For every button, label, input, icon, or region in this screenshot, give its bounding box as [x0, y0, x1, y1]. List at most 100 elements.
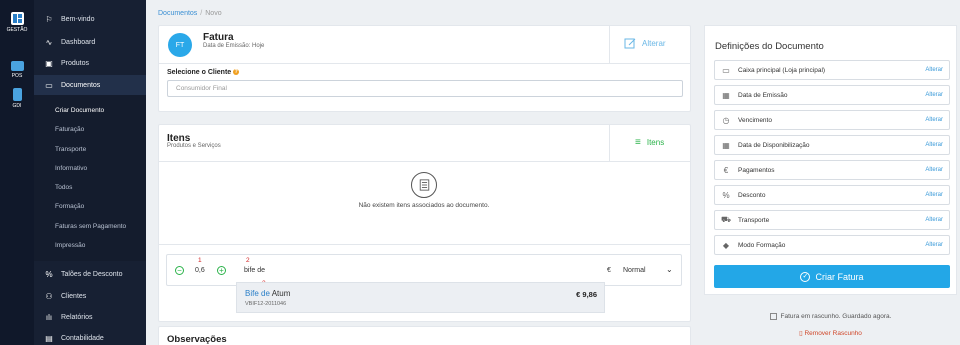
alter-link[interactable]: Alterar: [925, 167, 943, 173]
submenu-item-todos[interactable]: Todos: [34, 178, 146, 196]
autocomplete-suggestion[interactable]: Bife de Atum VBIF12-2011046 € 9,86: [236, 282, 605, 313]
items-button-label: Itens: [646, 138, 665, 147]
sidebar-item-documentos[interactable]: ▭ Documentos: [34, 75, 146, 95]
submenu-item-faturacao[interactable]: Faturação: [34, 120, 146, 138]
client-label-text: Selecione o Cliente: [167, 69, 232, 76]
sidebar-item-clientes[interactable]: ⚇ Clientes: [34, 286, 146, 306]
submenu-item-informativo[interactable]: Informativo: [34, 159, 146, 177]
items-subtitle: Produtos e Serviços: [167, 143, 221, 149]
submenu-item-formacao[interactable]: Formação: [34, 197, 146, 215]
draft-status: Fatura em rascunho. Guardado agora.: [704, 313, 957, 320]
price-type-select[interactable]: Normal: [623, 267, 646, 274]
setting-label: Data de Emissão: [738, 91, 788, 99]
sidebar-item-produtos[interactable]: ▣ Produtos: [34, 53, 146, 73]
submenu-item-transporte[interactable]: Transporte: [34, 140, 146, 158]
setting-label: Vencimento: [738, 116, 772, 124]
alter-link[interactable]: Alterar: [925, 67, 943, 73]
settings-title: Definições do Documento: [715, 41, 824, 52]
divider: [609, 125, 610, 161]
alter-link[interactable]: Alterar: [925, 117, 943, 123]
alter-link[interactable]: Alterar: [925, 92, 943, 98]
sidebar-item-label: Talões de Desconto: [61, 270, 123, 278]
setting-desconto[interactable]: % Desconto Alterar: [714, 185, 950, 205]
alter-document-button[interactable]: Alterar: [624, 37, 666, 49]
alter-link[interactable]: Alterar: [925, 142, 943, 148]
calendar-icon: ▦: [722, 90, 730, 100]
setting-vencimento[interactable]: ◷ Vencimento Alterar: [714, 110, 950, 130]
grid-icon: [10, 12, 24, 25]
sidebar-item-label: Bem-vindo: [61, 15, 95, 23]
alter-link[interactable]: Alterar: [925, 242, 943, 248]
list-icon: ≡: [635, 137, 641, 148]
remove-draft-button[interactable]: ▯ Remover Rascunho: [704, 329, 957, 337]
sidebar-item-label: Clientes: [61, 292, 87, 300]
draft-status-text: Fatura em rascunho. Guardado agora.: [780, 313, 892, 321]
discount-icon: %: [722, 190, 730, 200]
sidebar-item-contabilidade[interactable]: ▤ Contabilidade: [34, 328, 146, 345]
suggestion-price: € 9,86: [576, 290, 597, 299]
alter-link[interactable]: Alterar: [925, 192, 943, 198]
avatar: FT: [168, 33, 192, 57]
items-button[interactable]: ≡ Itens: [635, 137, 664, 148]
chevron-down-icon[interactable]: ⌄: [666, 265, 673, 274]
rail-item-gestao[interactable]: GESTÃO: [0, 12, 34, 33]
suggestion-name: Bife de Atum: [245, 289, 290, 298]
breadcrumb: Documentos / Novo: [158, 10, 222, 17]
setting-label: Modo Formação: [738, 241, 786, 249]
minus-icon: −: [177, 266, 182, 275]
setting-modo-formacao[interactable]: ◆ Modo Formação Alterar: [714, 235, 950, 255]
setting-data-emissao[interactable]: ▦ Data de Emissão Alterar: [714, 85, 950, 105]
box-icon: ▣: [45, 58, 53, 68]
percent-icon: %: [45, 269, 53, 279]
quantity-field[interactable]: 0,6: [195, 267, 205, 274]
divider: [159, 63, 690, 64]
suggestion-ref: VBIF12-2011046: [245, 301, 287, 307]
bar-chart-icon: ılı: [45, 312, 53, 322]
sidebar: ⚐ Bem-vindo ∿ Dashboard ▣ Produtos ▭ Doc…: [34, 0, 146, 345]
setting-label: Desconto: [738, 191, 766, 199]
flag-icon: ⚐: [45, 14, 53, 24]
create-invoice-button[interactable]: ✓ Criar Fatura: [714, 265, 950, 288]
check-circle-icon: ✓: [800, 271, 811, 282]
rail-item-gdi[interactable]: GDI: [0, 88, 34, 109]
description-input[interactable]: bife de: [244, 267, 265, 274]
rail-label: GESTÃO: [6, 27, 28, 33]
sidebar-item-label: Documentos: [61, 81, 101, 89]
empty-list-icon: [411, 172, 437, 198]
truck-icon: ⛟: [720, 215, 732, 224]
increase-quantity-button[interactable]: +: [217, 266, 226, 275]
divider: [159, 244, 690, 245]
sidebar-item-dashboard[interactable]: ∿ Dashboard: [34, 32, 146, 52]
submenu-item-criar-documento[interactable]: Criar Documento: [34, 101, 146, 119]
activity-icon: ∿: [45, 37, 53, 47]
setting-transporte[interactable]: ⛟ Transporte Alterar: [714, 210, 950, 230]
setting-label: Pagamentos: [738, 166, 775, 174]
setting-caixa[interactable]: ▭ Caixa principal (Loja principal) Alter…: [714, 60, 950, 80]
folder-icon: ▭: [45, 80, 53, 90]
decrease-quantity-button[interactable]: −: [175, 266, 184, 275]
suggestion-name-rest: Atum: [269, 289, 291, 298]
euro-icon: €: [723, 165, 729, 175]
sidebar-item-taloes-de-desconto[interactable]: % Talões de Desconto: [34, 264, 146, 284]
sidebar-item-relatorios[interactable]: ılı Relatórios: [34, 307, 146, 327]
draft-icon: [769, 313, 777, 320]
help-icon[interactable]: ?: [233, 69, 240, 76]
sidebar-item-bem-vindo[interactable]: ⚐ Bem-vindo: [34, 9, 146, 29]
alter-link[interactable]: Alterar: [925, 217, 943, 223]
submenu-item-impressao[interactable]: Impressão: [34, 236, 146, 254]
create-invoice-label: Criar Fatura: [815, 271, 864, 282]
setting-data-disponibilizacao[interactable]: ▦ Data de Disponibilização Alterar: [714, 135, 950, 155]
document-icon: ▤: [45, 333, 53, 343]
client-input[interactable]: Consumidor Final: [167, 80, 683, 97]
submenu-item-faturas-sem-pagamento[interactable]: Faturas sem Pagamento: [34, 217, 146, 235]
rail-label: POS: [11, 73, 23, 79]
sidebar-item-label: Contabilidade: [61, 334, 104, 342]
app-rail: GESTÃO POS GDI: [0, 0, 34, 345]
document-settings-panel: Definições do Documento ▭ Caixa principa…: [704, 25, 957, 295]
clock-icon: ◷: [722, 115, 730, 125]
rail-item-pos[interactable]: POS: [0, 61, 34, 79]
sidebar-item-label: Produtos: [61, 59, 90, 67]
sidebar-item-label: Dashboard: [61, 38, 96, 46]
breadcrumb-link[interactable]: Documentos: [158, 10, 197, 17]
setting-pagamentos[interactable]: € Pagamentos Alterar: [714, 160, 950, 180]
